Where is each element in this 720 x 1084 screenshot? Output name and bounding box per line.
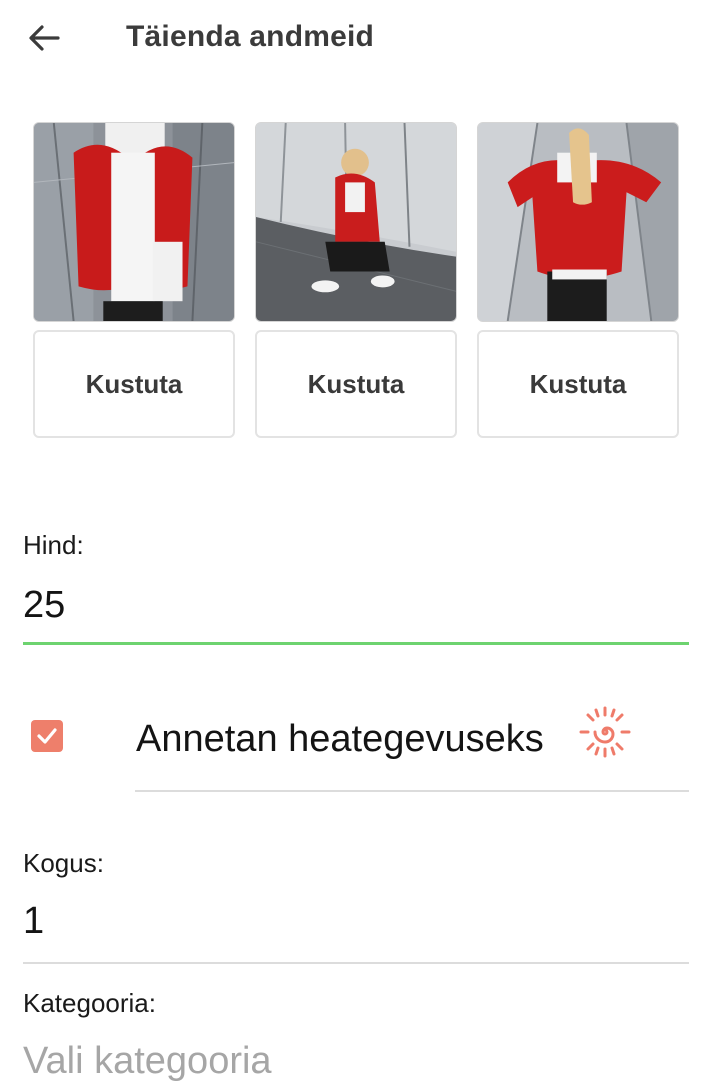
product-photo[interactable] bbox=[255, 122, 457, 322]
charity-underline bbox=[135, 790, 689, 792]
photo-gallery: Kustuta Kustuta Kustuta bbox=[33, 122, 683, 440]
photo-card: Kustuta bbox=[33, 122, 235, 438]
charity-checkbox[interactable] bbox=[31, 720, 63, 752]
quantity-input-underline bbox=[23, 962, 689, 964]
quantity-label: Kogus: bbox=[23, 848, 104, 878]
charity-label[interactable]: Annetan heategevuseks bbox=[136, 718, 544, 761]
quantity-input[interactable]: 1 bbox=[23, 900, 44, 943]
price-input-underline bbox=[23, 642, 689, 645]
delete-photo-button[interactable]: Kustuta bbox=[477, 330, 679, 438]
category-select[interactable]: Vali kategooria bbox=[23, 1040, 272, 1083]
product-photo[interactable] bbox=[477, 122, 679, 322]
price-input[interactable]: 25 bbox=[23, 584, 65, 627]
category-label: Kategooria: bbox=[23, 988, 156, 1018]
photo-card: Kustuta bbox=[255, 122, 457, 438]
delete-photo-button[interactable]: Kustuta bbox=[33, 330, 235, 438]
checkmark-icon bbox=[37, 728, 57, 744]
arrow-left-icon bbox=[29, 25, 60, 51]
app-header: Täienda andmeid bbox=[0, 0, 720, 80]
back-button[interactable] bbox=[20, 16, 68, 60]
photo-card: Kustuta bbox=[477, 122, 679, 438]
delete-photo-button[interactable]: Kustuta bbox=[255, 330, 457, 438]
sun-icon bbox=[579, 706, 631, 758]
product-photo[interactable] bbox=[33, 122, 235, 322]
page-title: Täienda andmeid bbox=[126, 20, 375, 53]
charity-row: Annetan heategevuseks bbox=[0, 690, 720, 800]
price-label: Hind: bbox=[23, 530, 84, 560]
